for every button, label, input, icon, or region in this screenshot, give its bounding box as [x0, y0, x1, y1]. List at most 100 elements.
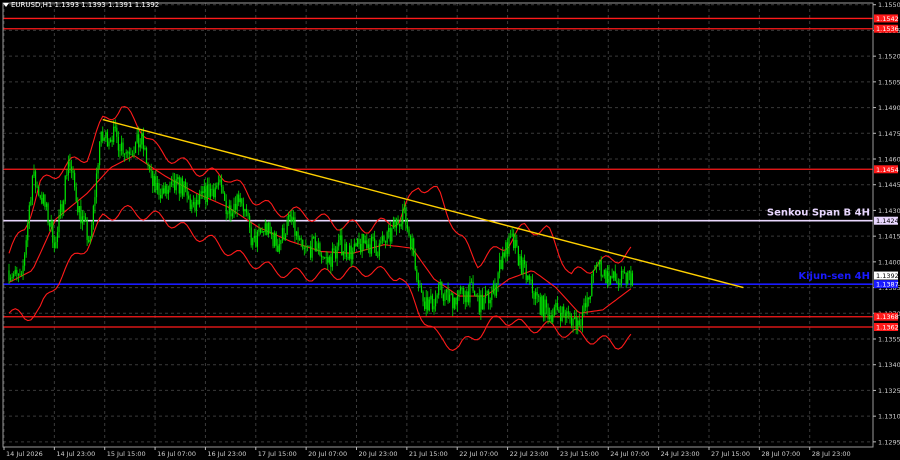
- candle-body: [291, 216, 293, 222]
- candle-body: [88, 240, 90, 242]
- candle-body: [94, 197, 96, 206]
- candle-body: [627, 272, 629, 284]
- time-tick-label: 15 Jul 15:00: [107, 450, 146, 458]
- candle-body: [567, 311, 569, 313]
- candle-body: [489, 300, 491, 304]
- candle-body: [269, 222, 271, 232]
- candle-body: [47, 203, 49, 224]
- candle-body: [114, 126, 116, 128]
- price-tick-label: 1.1355: [878, 336, 900, 344]
- candle-body: [180, 178, 182, 194]
- time-tick-label: 16 Jul 23:00: [207, 450, 246, 458]
- candle-body: [39, 195, 41, 198]
- candle-body: [175, 179, 177, 191]
- candle-body: [531, 279, 534, 294]
- candle-body: [108, 141, 110, 147]
- candle-body: [483, 298, 485, 310]
- candle-body: [286, 220, 288, 235]
- candle-body: [628, 271, 630, 273]
- candle-body: [613, 271, 615, 278]
- candle-body: [30, 200, 32, 206]
- candle-body: [145, 147, 148, 164]
- candle-body: [561, 306, 563, 322]
- candle-body: [183, 181, 185, 196]
- candle-body: [388, 227, 390, 232]
- candle-body: [63, 201, 65, 212]
- candle-body: [325, 257, 327, 258]
- candle-body: [155, 176, 157, 191]
- candle-body: [541, 296, 543, 315]
- candle-body: [505, 242, 507, 257]
- candle-body: [344, 243, 346, 252]
- candle-body: [530, 279, 532, 281]
- candle-body: [347, 256, 349, 259]
- candle-body: [236, 194, 238, 210]
- candle-body: [341, 235, 343, 256]
- candle-body: [288, 214, 290, 221]
- candle-body: [328, 256, 330, 263]
- candle-body: [197, 199, 199, 204]
- candle-body: [349, 245, 351, 259]
- candle-body: [499, 259, 501, 273]
- price-tick-label: 1.1295: [878, 438, 900, 446]
- candle-body: [456, 296, 459, 305]
- candle-body: [630, 271, 632, 286]
- candle-body: [442, 294, 444, 302]
- price-tick-label: 1.1445: [878, 181, 900, 189]
- candle-body: [336, 246, 338, 259]
- candle-body: [475, 295, 477, 297]
- candle-body: [389, 227, 391, 242]
- candle-body: [406, 224, 409, 230]
- time-tick-label: 27 Jul 15:00: [711, 450, 750, 458]
- candle-body: [238, 194, 240, 203]
- candle-body: [153, 176, 155, 186]
- candle-body: [345, 243, 348, 257]
- candle-body: [506, 242, 509, 255]
- candle-body: [308, 246, 310, 248]
- candle-body: [217, 182, 219, 186]
- candle-body: [420, 286, 423, 293]
- price-tick-label: 1.1340: [878, 361, 900, 369]
- candle-body: [219, 179, 221, 183]
- candle-body: [33, 171, 35, 176]
- time-tick-label: 22 Jul 07:00: [459, 450, 498, 458]
- candle-body: [574, 316, 576, 319]
- candle-body: [124, 153, 126, 155]
- candle-body: [138, 134, 140, 148]
- candle-body: [622, 270, 624, 273]
- time-tick-label: 20 Jul 23:00: [359, 450, 398, 458]
- candle-body: [631, 273, 634, 286]
- candle-body: [438, 284, 440, 296]
- candle-body: [453, 297, 455, 309]
- candle-body: [75, 187, 77, 202]
- candle-body: [369, 244, 371, 254]
- candle-body: [463, 287, 465, 297]
- candle-body: [241, 198, 243, 204]
- candle-body: [78, 206, 80, 213]
- candle-body: [92, 205, 94, 226]
- candle-body: [452, 293, 454, 309]
- dropdown-triangle-icon[interactable]: [3, 3, 9, 7]
- symbol-header: EURUSD,H1 1.1393 1.1393 1.1391 1.1392: [3, 1, 159, 9]
- candle-body: [481, 294, 484, 310]
- candle-body: [131, 154, 134, 156]
- candle-body: [225, 200, 227, 214]
- candle-body: [72, 170, 74, 173]
- candle-body: [361, 234, 363, 253]
- candle-body: [428, 299, 430, 311]
- candle-body: [363, 234, 365, 244]
- candle-body: [170, 182, 173, 185]
- candle-body: [455, 297, 457, 305]
- candle-body: [300, 238, 302, 240]
- candle-body: [427, 297, 429, 311]
- candle-body: [181, 178, 184, 196]
- price-tick-label: 1.1520: [878, 53, 900, 61]
- candle-body: [556, 302, 559, 310]
- candle-body: [584, 303, 587, 308]
- candle-body: [478, 295, 480, 313]
- price-tick-label: 1.1430: [878, 207, 900, 215]
- candle-body: [31, 175, 34, 201]
- candle-body: [494, 284, 496, 296]
- candle-body: [278, 244, 280, 252]
- price-chart[interactable]: 1.15501.15351.15201.15051.14901.14751.14…: [0, 0, 900, 460]
